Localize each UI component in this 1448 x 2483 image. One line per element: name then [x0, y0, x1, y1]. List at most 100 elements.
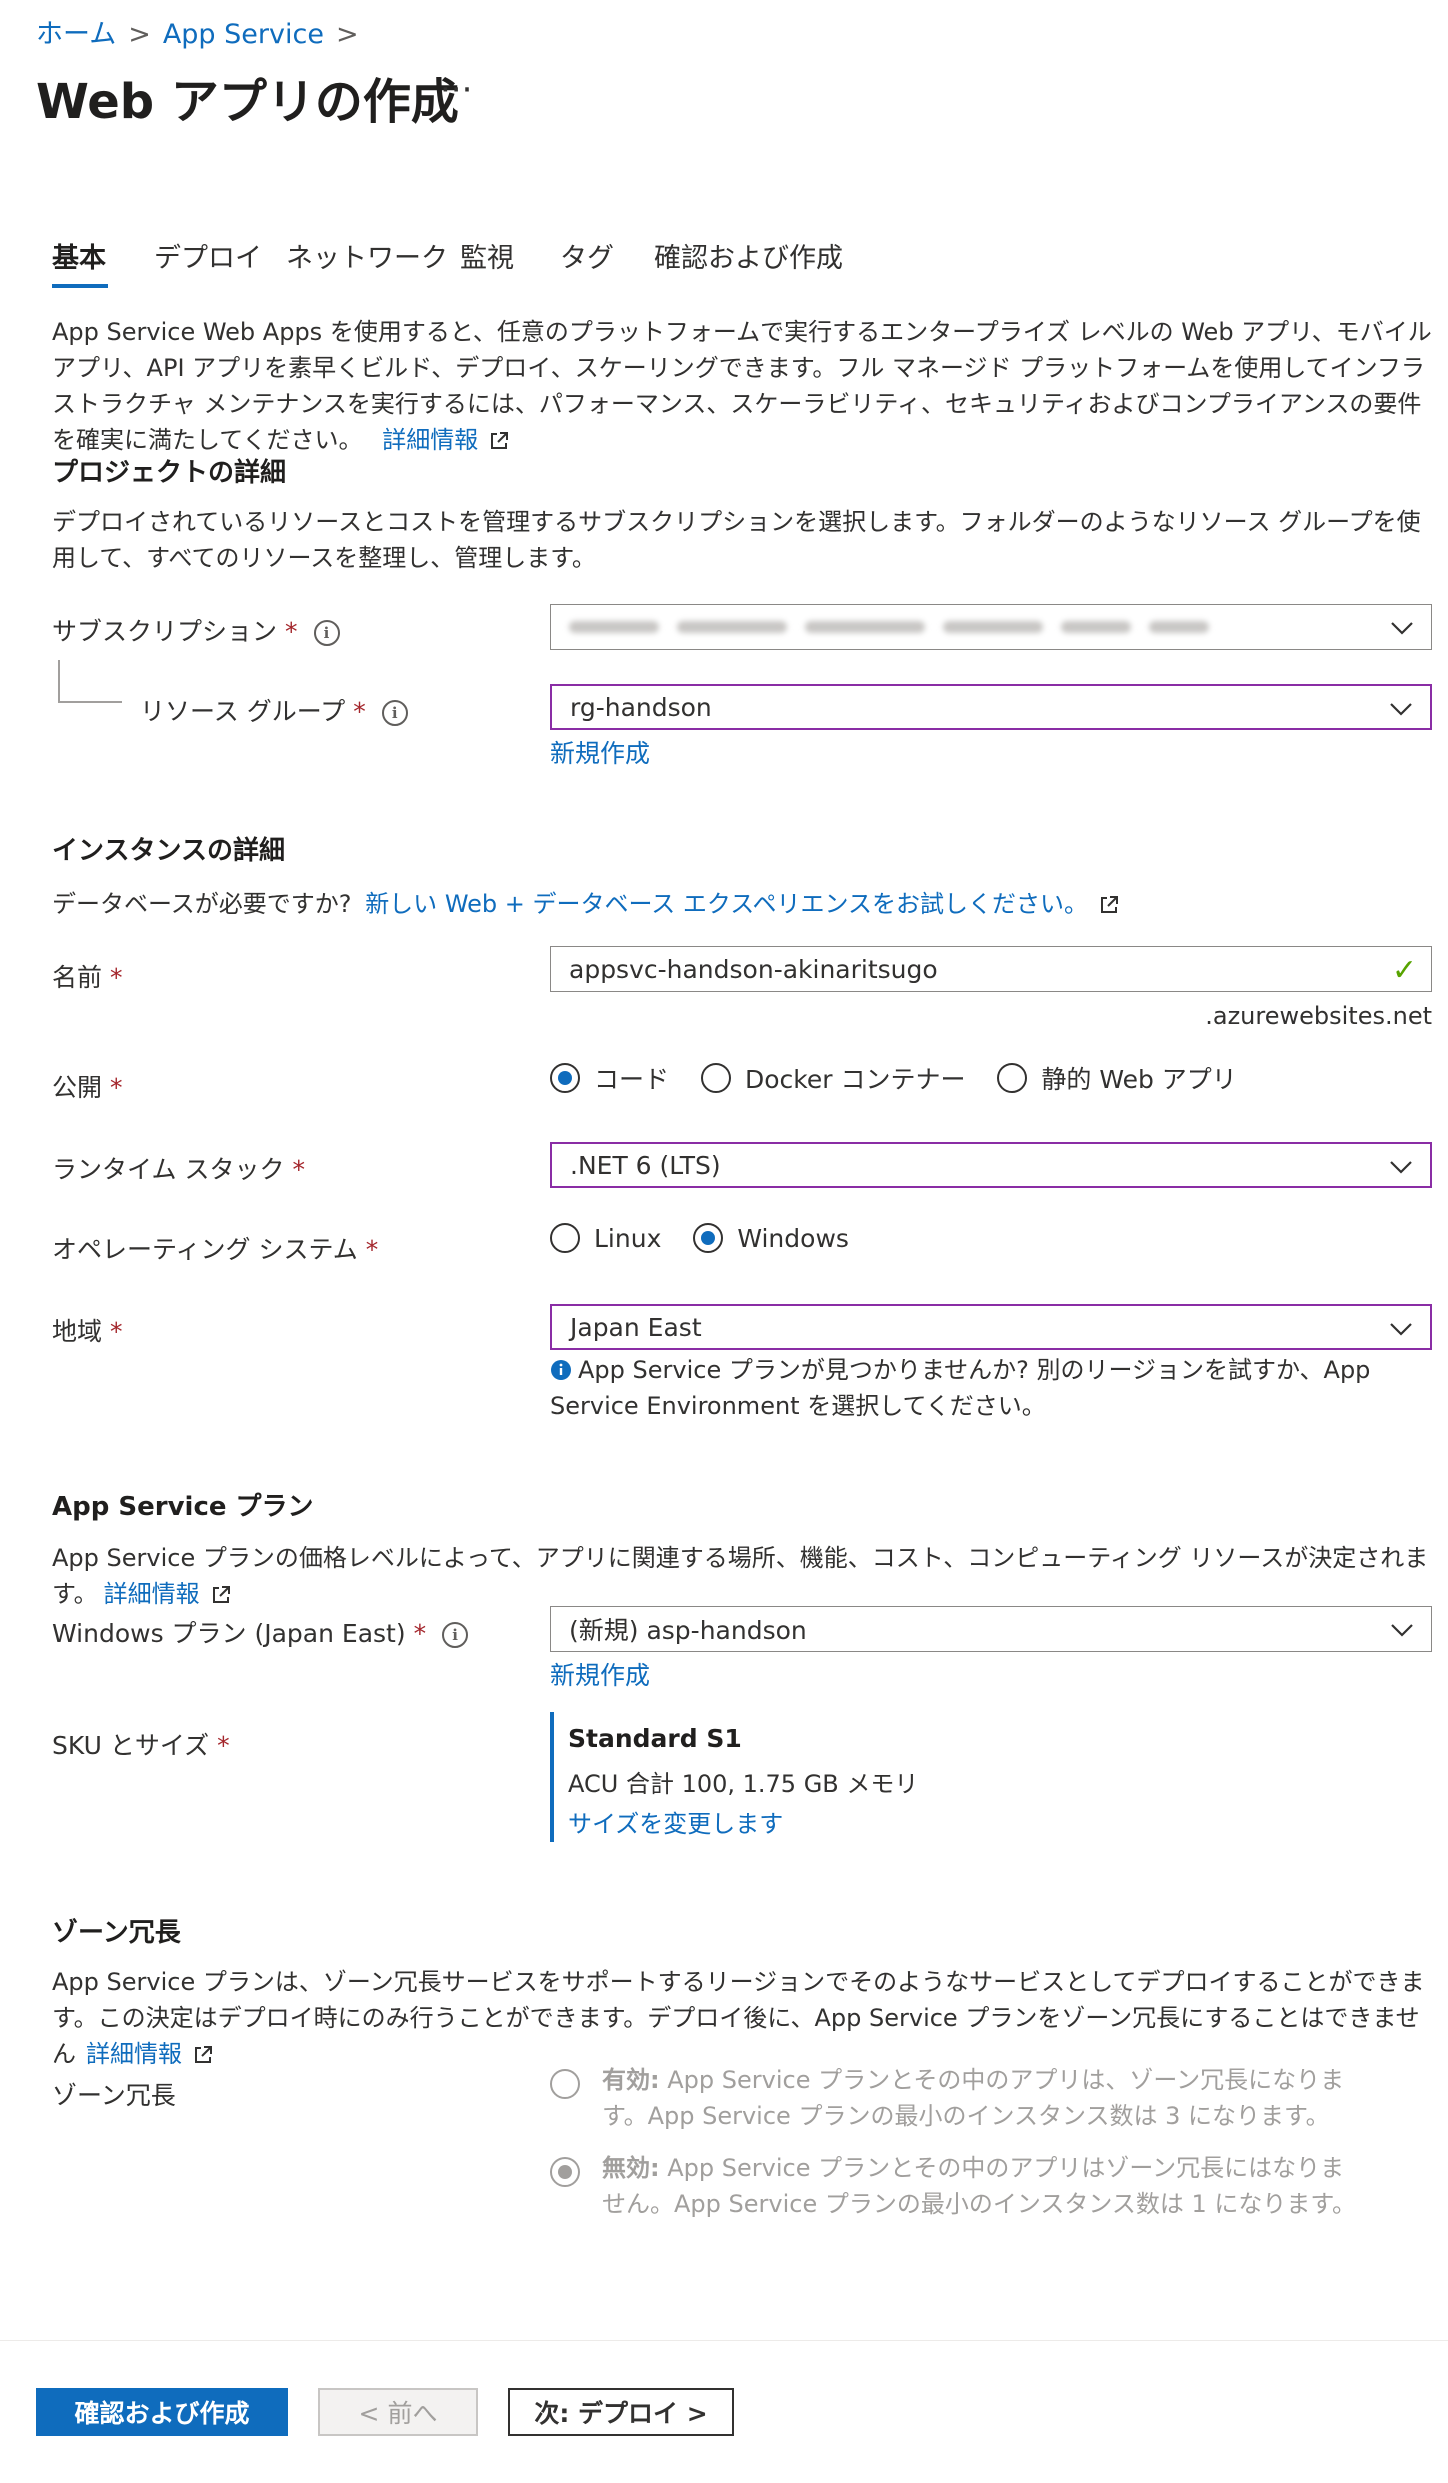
required-asterisk: *	[292, 1155, 305, 1184]
tab-network[interactable]: ネットワーク	[286, 236, 448, 275]
review-create-button[interactable]: 確認および作成	[36, 2388, 288, 2436]
tab-review-create[interactable]: 確認および作成	[654, 236, 843, 275]
publish-code-label: コード	[594, 1065, 670, 1094]
os-label: オペレーティング システム *	[52, 1230, 378, 1266]
info-icon[interactable]: i	[313, 620, 340, 646]
windows-plan-value: (新規) asp-handson	[569, 1616, 807, 1645]
chevron-right-icon: >	[128, 19, 151, 50]
chevron-down-icon	[1391, 1624, 1413, 1637]
resource-group-value: rg-handson	[570, 692, 712, 722]
os-linux-radio[interactable]	[550, 1223, 580, 1253]
zone-disabled-description: App Service プランとその中のアプリはゾーン冗長にはなりません。App…	[602, 2154, 1357, 2218]
db-prompt-text: データベースが必要ですか?	[52, 890, 352, 918]
runtime-label-text: ランタイム スタック	[52, 1155, 285, 1184]
zone-description-text: App Service プランは、ゾーン冗長サービスをサポートするリージョンでそ…	[52, 1968, 1425, 2068]
db-experience-link[interactable]: 新しい Web + データベース エクスペリエンスをお試しください。	[365, 890, 1088, 918]
publish-code-radio[interactable]	[550, 1063, 580, 1093]
subscription-value-redacted	[569, 621, 1209, 633]
chevron-down-icon	[1390, 703, 1412, 716]
os-radio-group: Linux Windows	[550, 1222, 873, 1253]
windows-plan-dropdown[interactable]: (新規) asp-handson	[550, 1606, 1432, 1652]
radio-circle	[550, 2157, 580, 2187]
next-deploy-button[interactable]: 次: デプロイ >	[508, 2388, 734, 2436]
info-filled-icon	[551, 1360, 571, 1380]
active-tab-indicator	[52, 284, 108, 288]
external-link-icon	[212, 1586, 230, 1603]
required-asterisk: *	[110, 1317, 123, 1346]
subscription-dropdown[interactable]	[550, 604, 1432, 650]
chevron-down-icon	[1390, 1323, 1412, 1336]
zone-disabled-title: 無効:	[602, 2154, 660, 2182]
chevron-right-icon: >	[335, 19, 359, 50]
project-description: デプロイされているリソースとコストを管理するサブスクリプションを選択します。フォ…	[52, 508, 1421, 572]
instance-details-heading: インスタンスの詳細	[52, 836, 285, 866]
region-value: Japan East	[570, 1312, 702, 1342]
publish-static-radio[interactable]	[997, 1063, 1028, 1093]
plan-learn-more-link[interactable]: 詳細情報	[104, 1580, 200, 1608]
runtime-label: ランタイム スタック *	[52, 1150, 305, 1186]
more-options-icon[interactable]: ···	[440, 70, 472, 110]
domain-suffix: .azurewebsites.net	[1205, 1002, 1432, 1030]
publish-docker-radio[interactable]	[700, 1063, 731, 1093]
info-icon[interactable]: i	[381, 700, 408, 726]
create-resource-group-link[interactable]: 新規作成	[550, 734, 650, 770]
runtime-value: .NET 6 (LTS)	[570, 1150, 721, 1180]
publish-docker-label: Docker コンテナー	[744, 1065, 966, 1094]
resource-group-label: リソース グループ * i	[140, 692, 408, 728]
info-icon[interactable]: i	[442, 1622, 469, 1648]
zone-disabled-text: 無効: App Service プランとその中のアプリはゾーン冗長にはなりません…	[602, 2150, 1362, 2222]
tab-basics[interactable]: 基本	[52, 236, 106, 275]
zone-enabled-description: App Service プランとその中のアプリは、ゾーン冗長になります。App …	[602, 2066, 1345, 2130]
required-asterisk: *	[365, 1235, 379, 1264]
zone-enabled-radio[interactable]	[550, 2068, 580, 2099]
intro-learn-more-link[interactable]: 詳細情報	[382, 426, 478, 454]
name-label: 名前 *	[52, 958, 123, 994]
checkmark-icon: ✓	[1391, 953, 1417, 988]
region-info-text: App Service プランが見つかりませんか? 別のリージョンを試すか、Ap…	[550, 1356, 1371, 1420]
tab-deploy[interactable]: デプロイ	[154, 236, 262, 275]
chevron-down-icon	[1391, 622, 1413, 635]
os-windows-radio[interactable]	[693, 1223, 724, 1253]
zone-disabled-radio[interactable]	[550, 2156, 580, 2187]
app-name-input[interactable]: appsvc-handson-akinaritsugo ✓	[550, 946, 1432, 992]
breadcrumb-home[interactable]: ホーム	[36, 19, 116, 50]
external-link-icon	[1101, 896, 1119, 913]
required-asterisk: *	[110, 1073, 123, 1102]
region-dropdown[interactable]: Japan East	[550, 1304, 1432, 1350]
sku-detail: ACU 合計 100, 1.75 GB メモリ	[568, 1770, 919, 1798]
publish-label-text: 公開	[52, 1073, 103, 1102]
resource-group-label-text: リソース グループ	[140, 697, 346, 726]
radio-circle	[550, 2069, 580, 2099]
zone-learn-more-link[interactable]: 詳細情報	[86, 2040, 182, 2068]
region-label: 地域 *	[52, 1312, 123, 1348]
runtime-stack-dropdown[interactable]: .NET 6 (LTS)	[550, 1142, 1432, 1188]
required-asterisk: *	[110, 963, 123, 992]
zone-label: ゾーン冗長	[52, 2081, 176, 2110]
create-plan-link[interactable]: 新規作成	[550, 1656, 650, 1692]
required-asterisk: *	[217, 1731, 230, 1760]
db-prompt: データベースが必要ですか? 新しい Web + データベース エクスペリエンスを…	[52, 884, 1120, 919]
sku-accent-bar	[550, 1712, 554, 1842]
plan-description-text: App Service プランの価格レベルによって、アプリに関連する場所、機能、…	[52, 1544, 1429, 1608]
tab-monitoring[interactable]: 監視	[460, 236, 514, 275]
change-size-link[interactable]: サイズを変更します	[568, 1804, 783, 1839]
page-title: Web アプリの作成	[36, 74, 459, 130]
resource-group-dropdown[interactable]: rg-handson	[550, 684, 1432, 730]
os-linux-label: Linux	[594, 1223, 662, 1253]
previous-button[interactable]: < 前へ	[318, 2388, 478, 2436]
region-label-text: 地域	[52, 1317, 103, 1346]
tree-connector	[58, 701, 122, 703]
required-asterisk: *	[353, 697, 366, 726]
publish-label: 公開 *	[52, 1068, 123, 1104]
external-link-icon	[491, 432, 509, 449]
breadcrumb: ホーム > App Service >	[36, 12, 371, 51]
tab-tags[interactable]: タグ	[560, 236, 614, 275]
os-windows-label: Windows	[737, 1223, 849, 1253]
sku-label-text: SKU とサイズ	[52, 1731, 210, 1760]
region-info-message: App Service プランが見つかりませんか? 別のリージョンを試すか、Ap…	[550, 1352, 1410, 1424]
subscription-label: サブスクリプション * i	[52, 612, 340, 648]
chevron-down-icon	[1390, 1161, 1412, 1174]
breadcrumb-app-service[interactable]: App Service	[163, 19, 324, 50]
sku-label: SKU とサイズ *	[52, 1726, 230, 1762]
zone-enabled-text: 有効: App Service プランとその中のアプリは、ゾーン冗長になります。…	[602, 2062, 1362, 2134]
